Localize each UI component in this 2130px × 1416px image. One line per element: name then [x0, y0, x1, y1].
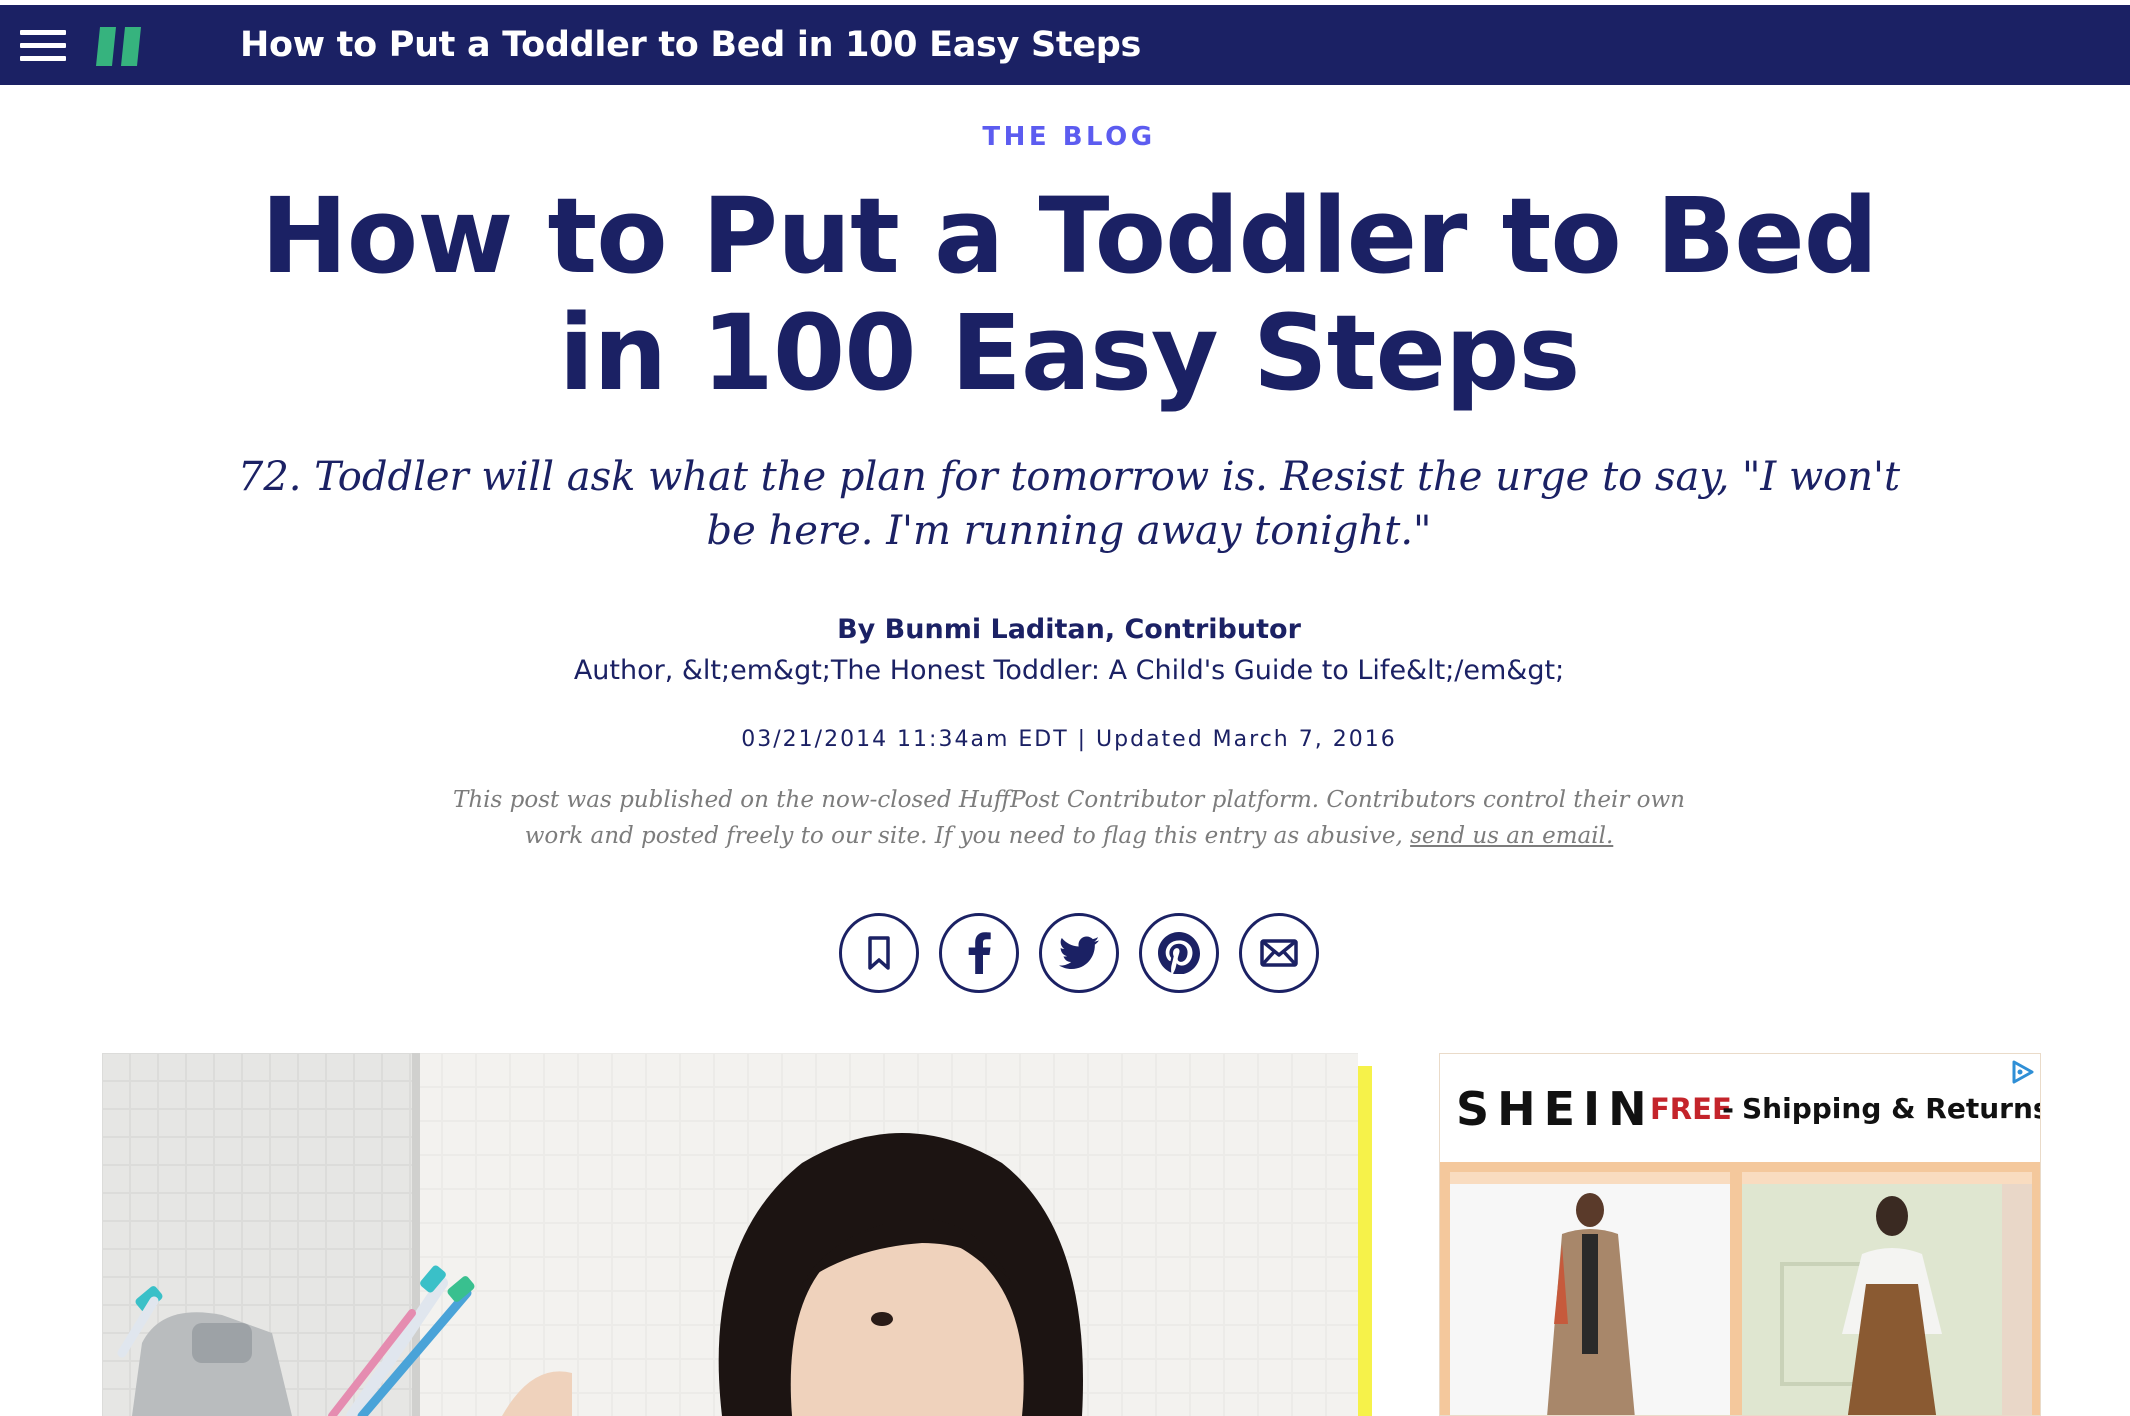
pinterest-icon	[1158, 932, 1200, 974]
ad-brand-logo[interactable]: SHEIN	[1456, 1082, 1655, 1136]
author-description: Author, &lt;em&gt;The Honest Toddler: A …	[573, 655, 1565, 686]
ad-dash: -	[1722, 1092, 1735, 1126]
adchoices-icon[interactable]	[2008, 1058, 2036, 1086]
headline-line-2: in 100 Easy Steps	[558, 292, 1581, 414]
contributor-disclaimer: This post was published on the now-close…	[450, 782, 1688, 854]
toddler-brushing-teeth-photo	[102, 1053, 1358, 1416]
pinterest-share-button[interactable]	[1139, 913, 1219, 993]
article-dek: 72. Toddler will ask what the plan for t…	[237, 454, 1901, 554]
facebook-share-button[interactable]	[939, 913, 1019, 993]
email-share-button[interactable]	[1239, 913, 1319, 993]
section-label[interactable]: THE BLOG	[0, 122, 2130, 152]
twitter-icon	[1059, 936, 1099, 969]
hamburger-menu-icon[interactable]	[20, 30, 66, 62]
ad-shipping-label: Shipping & Returns	[1742, 1092, 2041, 1125]
twitter-share-button[interactable]	[1039, 913, 1119, 993]
shein-advertisement[interactable]: SHEIN FREE - Shipping & Returns	[1439, 1053, 2041, 1416]
ad-header: SHEIN FREE - Shipping & Returns	[1440, 1054, 2041, 1162]
email-report-link[interactable]: send us an email.	[1410, 823, 1613, 849]
huffpost-logo-icon[interactable]	[96, 27, 141, 66]
highlight-rule	[1358, 1066, 1372, 1416]
top-nav-bar: How to Put a Toddler to Bed in 100 Easy …	[0, 5, 2130, 85]
email-icon	[1260, 939, 1298, 967]
ad-free-label: FREE	[1650, 1092, 1732, 1126]
author-byline[interactable]: By Bunmi Laditan, Contributor	[0, 614, 2130, 645]
publish-timestamp: 03/21/2014 11:34am EDT | Updated March 7…	[741, 727, 1397, 752]
headline-line-1: How to Put a Toddler to Bed	[260, 175, 1878, 297]
bookmark-icon	[868, 936, 890, 970]
facebook-icon	[968, 932, 991, 974]
ad-product-dress[interactable]	[1742, 1172, 2032, 1415]
article-headline: How to Put a Toddler to Bed in 100 Easy …	[200, 178, 1938, 412]
ad-product-coat[interactable]	[1450, 1172, 1730, 1415]
nav-article-title: How to Put a Toddler to Bed in 100 Easy …	[240, 25, 1142, 65]
bookmark-button[interactable]	[839, 913, 919, 993]
share-buttons	[839, 913, 1319, 993]
